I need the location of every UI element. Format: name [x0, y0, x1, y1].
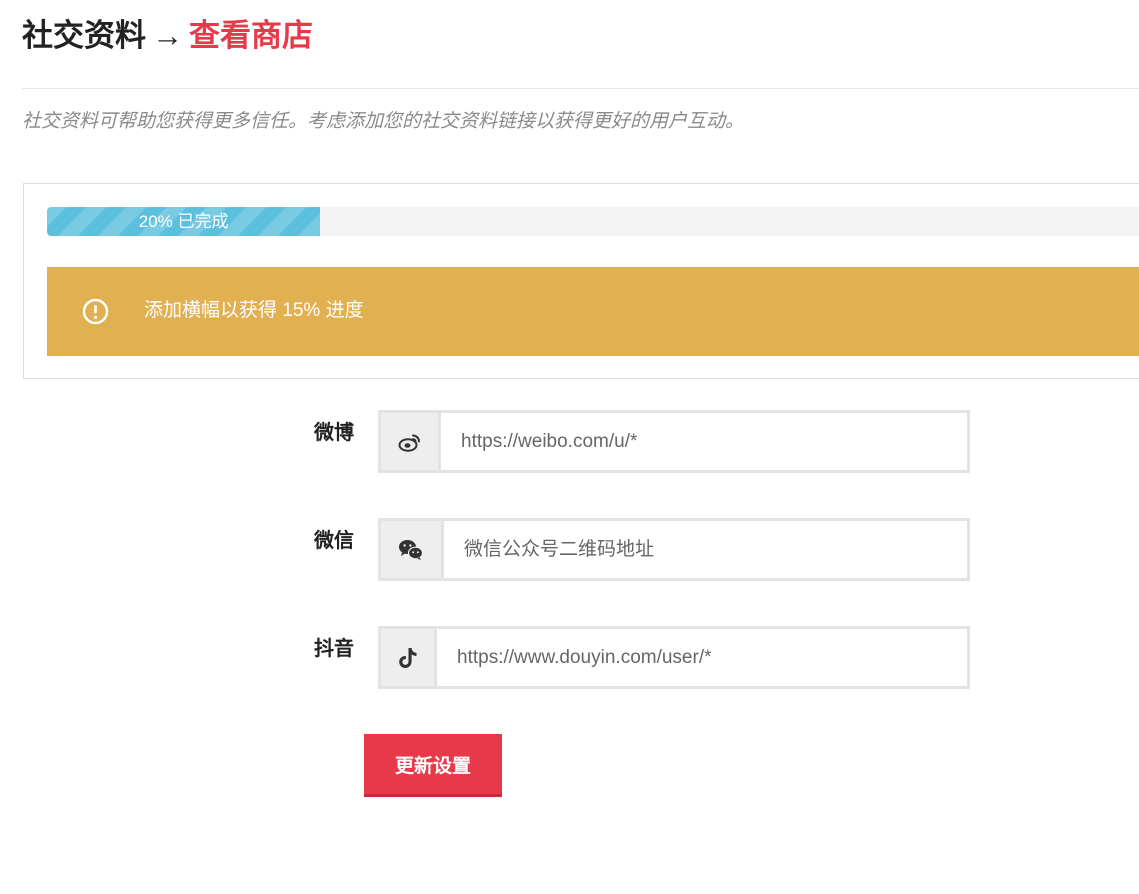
update-settings-button[interactable]: 更新设置: [364, 734, 502, 797]
profile-progress-panel: 20% 已完成 添加横幅以获得 15% 进度: [23, 183, 1139, 379]
weibo-url-input[interactable]: [438, 410, 970, 473]
wechat-label: 微信: [314, 530, 354, 552]
progress-fill: 20% 已完成: [47, 207, 321, 236]
douyin-url-input[interactable]: [434, 626, 970, 689]
progress-notice: 添加横幅以获得 15% 进度: [47, 267, 1139, 356]
view-store-link[interactable]: 查看商店: [189, 18, 313, 53]
notice-text: 添加横幅以获得 15% 进度: [144, 300, 364, 321]
wechat-input-group: [378, 518, 970, 581]
douyin-label: 抖音: [314, 638, 354, 660]
wechat-field-row: 微信: [0, 518, 1139, 581]
wechat-qr-input[interactable]: [441, 518, 970, 581]
douyin-input-group: [378, 626, 970, 689]
weibo-label: 微博: [314, 422, 354, 444]
page-title-text: 社交资料: [22, 18, 146, 53]
social-profile-page: 社交资料 → 查看商店 社交资料可帮助您获得更多信任。考虑添加您的社交资料链接以获得…: [0, 0, 1139, 894]
weibo-field-row: 微博: [0, 410, 1139, 473]
weibo-icon: [378, 410, 438, 473]
info-circle-icon: [82, 298, 109, 325]
page-title: 社交资料 → 查看商店: [22, 16, 313, 56]
tiktok-icon: [378, 626, 434, 689]
intro-text: 社交资料可帮助您获得更多信任。考虑添加您的社交资料链接以获得更好的用户互动。: [22, 111, 745, 132]
douyin-field-row: 抖音: [0, 626, 1139, 689]
weibo-input-group: [378, 410, 970, 473]
wechat-icon: [378, 518, 441, 581]
title-arrow: →: [152, 18, 183, 53]
progress-bar: 20% 已完成: [47, 207, 1139, 236]
header-divider: [22, 88, 1139, 89]
